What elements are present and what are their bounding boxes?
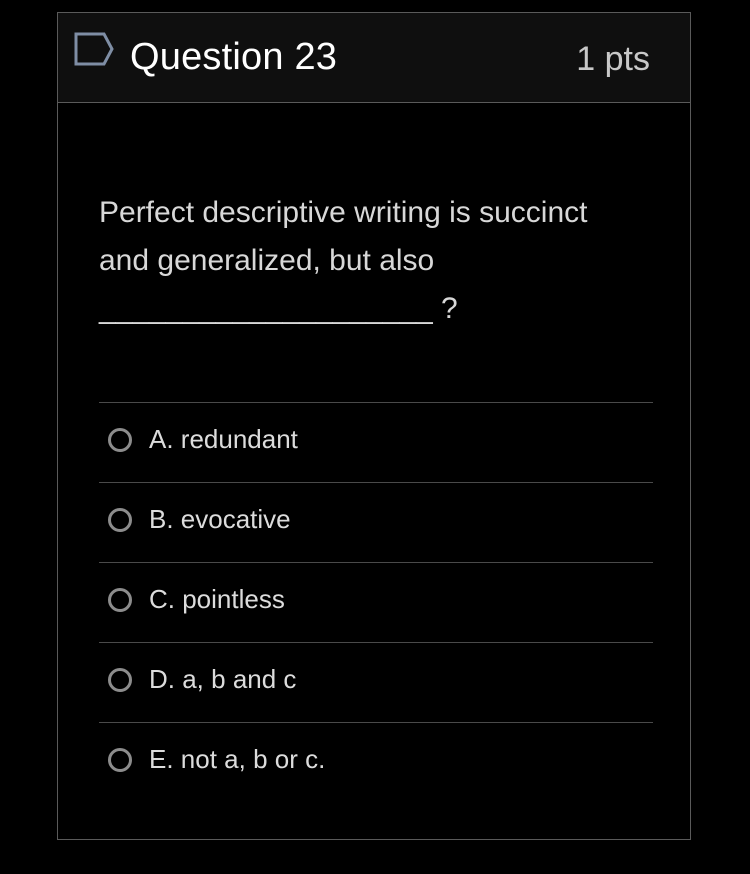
- answer-option-d[interactable]: D. a, b and c: [99, 642, 653, 722]
- answer-option-c[interactable]: C. pointless: [99, 562, 653, 642]
- radio-button[interactable]: [108, 508, 132, 532]
- radio-button[interactable]: [108, 668, 132, 692]
- question-card: Question 23 1 pts Perfect descriptive wr…: [57, 12, 691, 840]
- answer-option-b[interactable]: B. evocative: [99, 482, 653, 562]
- answer-label: E. not a, b or c.: [149, 744, 326, 774]
- answer-label: A. redundant: [149, 424, 298, 454]
- question-points: 1 pts: [576, 40, 650, 78]
- answer-label: B. evocative: [149, 504, 291, 534]
- question-header: Question 23 1 pts: [58, 13, 690, 103]
- answer-label: C. pointless: [149, 584, 285, 614]
- radio-button[interactable]: [108, 748, 132, 772]
- answer-list: A. redundant B. evocative C. pointless D…: [99, 402, 653, 802]
- radio-button[interactable]: [108, 428, 132, 452]
- question-text-line: and generalized, but also: [99, 244, 435, 277]
- answer-label: D. a, b and c: [149, 664, 297, 694]
- question-title: Question 23: [130, 36, 338, 78]
- question-text-line: Perfect descriptive writing is succinct: [99, 196, 588, 229]
- question-text: Perfect descriptive writing is succinct …: [99, 189, 639, 333]
- radio-button[interactable]: [108, 588, 132, 612]
- flag-icon[interactable]: [73, 31, 117, 67]
- answer-option-a[interactable]: A. redundant: [99, 402, 653, 482]
- answer-option-e[interactable]: E. not a, b or c.: [99, 722, 653, 802]
- question-text-line: ____________________ ?: [99, 292, 458, 325]
